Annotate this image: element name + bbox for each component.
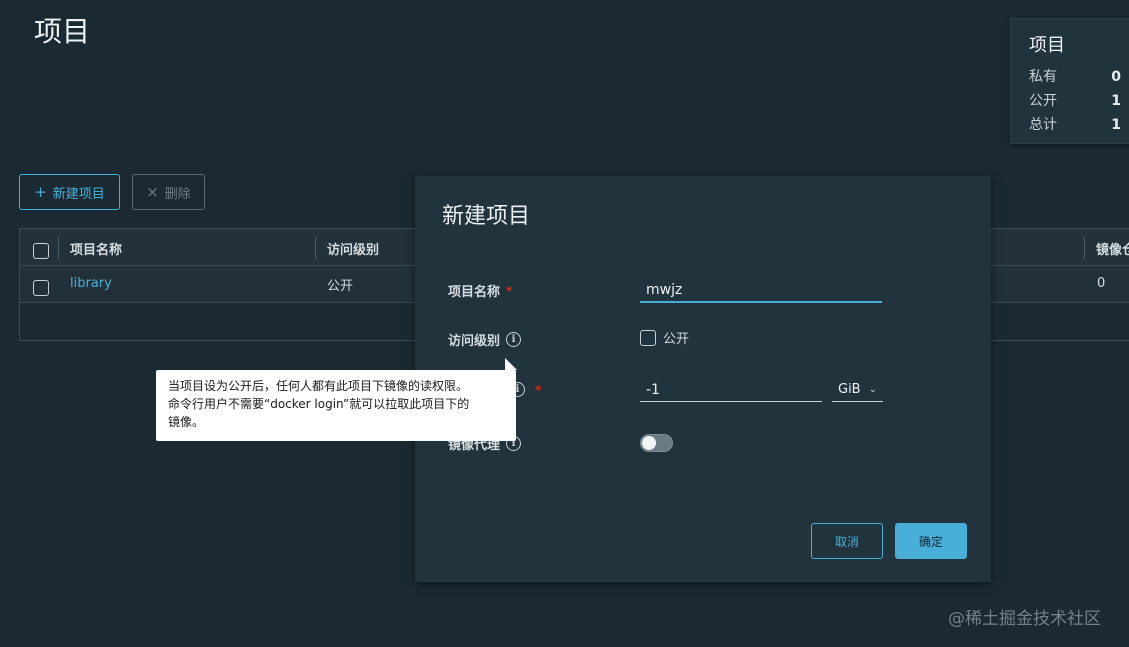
required-marker: * [535,382,542,397]
column-header-repos[interactable]: 镜像仓 [1096,239,1129,258]
project-name-input[interactable] [640,279,882,303]
page-title: 项目 [34,15,91,48]
access-level-tooltip: 当项目设为公开后，任何人都有此项目下镜像的读权限。 命令行用户不需要“docke… [156,358,517,441]
access-level-label: 访问级别 i [448,330,522,349]
close-icon: × [146,182,159,201]
stats-value: 1 [1111,117,1121,133]
delete-label: 删除 [164,186,191,202]
plus-icon: + [34,182,47,201]
repo-count-cell: 0 [1097,276,1106,291]
proxy-cache-toggle[interactable] [640,434,673,452]
toggle-knob [642,436,656,450]
info-icon[interactable]: i [506,332,522,347]
new-project-label: 新建项目 [52,186,105,202]
column-divider [1084,237,1085,259]
column-header-access[interactable]: 访问级别 [327,239,379,258]
stats-row-private: 私有 0 [1029,65,1121,89]
field-label: 项目名称 [448,285,501,300]
select-all-checkbox[interactable] [33,243,49,259]
stats-row-total: 总计 1 [1029,113,1121,137]
tooltip-line: 镜像。 [168,415,205,429]
stats-row-public: 公开 1 [1029,89,1121,113]
stats-label: 公开 [1029,93,1057,109]
access-level-cell: 公开 [327,279,354,294]
column-divider [58,237,59,259]
project-stats-card: 项目 私有 0 公开 1 总计 1 [1010,18,1129,144]
tooltip-line: 当项目设为公开后，任何人都有此项目下镜像的读权限。 [168,379,469,393]
column-divider [315,237,316,259]
required-marker: * [506,283,513,298]
quota-unit-value: GiB [838,382,861,397]
stats-value: 1 [1111,93,1121,109]
stats-title: 项目 [1029,35,1065,56]
stats-value: 0 [1111,69,1121,85]
tooltip-line: 命令行用户不需要“docker login”就可以拉取此项目下的 [168,397,470,411]
column-header-name[interactable]: 项目名称 [70,239,122,258]
stats-label: 私有 [1029,69,1057,85]
new-project-button[interactable]: + 新建项目 [19,174,120,210]
public-checkbox[interactable] [640,329,656,346]
row-checkbox[interactable] [33,280,49,296]
stats-label: 总计 [1029,117,1057,133]
ok-button[interactable]: 确定 [895,523,967,559]
field-label: 访问级别 [448,334,501,349]
modal-title: 新建项目 [442,204,531,229]
watermark: @稀土掘金技术社区 [948,609,1101,629]
public-checkbox-group[interactable]: 公开 [640,328,689,347]
quota-unit-select[interactable]: GiB ⌄ [832,378,883,402]
delete-button[interactable]: × 删除 [132,174,205,210]
storage-quota-input[interactable] [640,378,822,402]
project-name-link[interactable]: library [70,276,112,291]
public-checkbox-label: 公开 [663,332,690,347]
cancel-button[interactable]: 取消 [811,523,883,559]
project-name-label: 项目名称 * [448,281,513,301]
chevron-down-icon: ⌄ [868,384,877,395]
